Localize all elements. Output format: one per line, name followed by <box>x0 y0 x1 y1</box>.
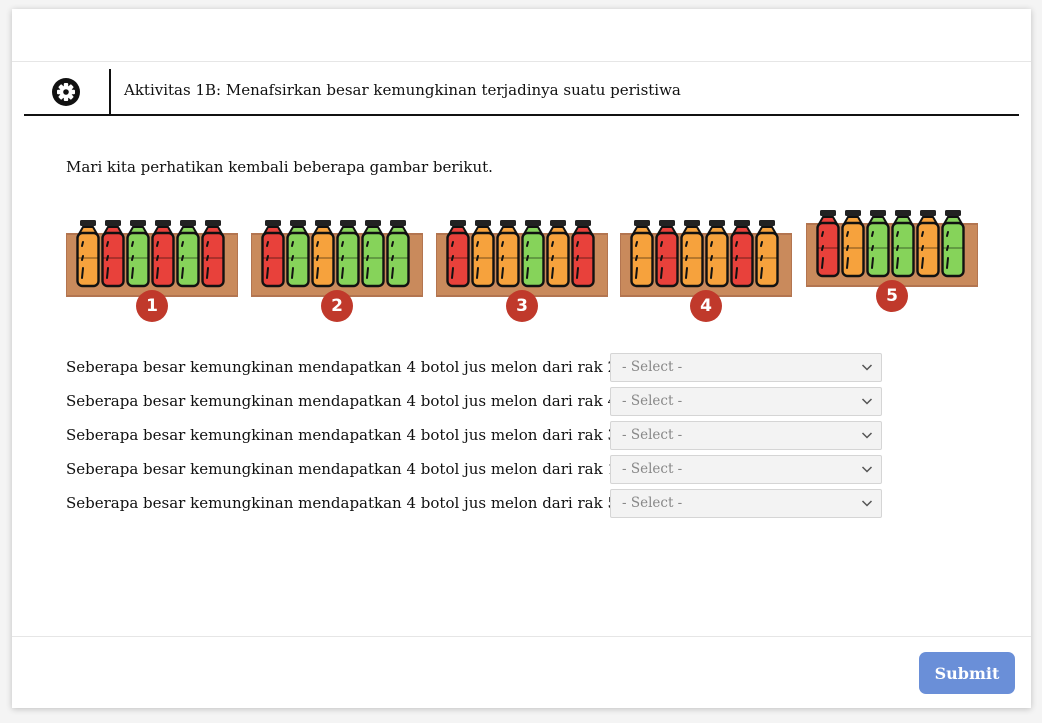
bottle-green <box>386 220 410 288</box>
bottle-orange <box>680 220 704 288</box>
bottle-red <box>446 220 470 288</box>
bottle-red <box>261 220 285 288</box>
bottle-orange <box>546 220 570 288</box>
bottle-green <box>866 210 890 278</box>
rack-image <box>620 220 792 297</box>
answer-select[interactable]: - Select - <box>610 353 882 382</box>
intro-text: Mari kita perhatikan kembali beberapa ga… <box>66 158 493 176</box>
bottle-red <box>101 220 125 288</box>
top-divider <box>12 61 1031 62</box>
rack-image <box>66 220 238 297</box>
rack-number-badge: 1 <box>136 290 168 322</box>
chevron-down-icon <box>861 395 873 407</box>
bottle-red <box>730 220 754 288</box>
answer-select[interactable]: - Select - <box>610 455 882 484</box>
bottle-green <box>176 220 200 288</box>
bottle-red <box>571 220 595 288</box>
select-value: - Select - <box>622 393 683 409</box>
rack-1 <box>66 220 238 300</box>
select-value: - Select - <box>622 427 683 443</box>
rack-number-badge: 3 <box>506 290 538 322</box>
bottle-orange <box>311 220 335 288</box>
bottle-green <box>336 220 360 288</box>
select-value: - Select - <box>622 461 683 477</box>
bottle-orange <box>916 210 940 278</box>
rack-image <box>806 210 978 287</box>
bottle-green <box>891 210 915 278</box>
rack-number-badge: 2 <box>321 290 353 322</box>
rack-image <box>251 220 423 297</box>
rack-number-badge: 5 <box>876 280 908 312</box>
select-value: - Select - <box>622 495 683 511</box>
rack-3 <box>436 220 608 300</box>
rack-number-badge: 4 <box>690 290 722 322</box>
rack-4 <box>620 220 792 300</box>
chevron-down-icon <box>861 361 873 373</box>
submit-button[interactable]: Submit <box>919 652 1015 694</box>
activity-header: Aktivitas 1B: Menafsirkan besar kemungki… <box>24 69 1019 116</box>
bottle-red <box>816 210 840 278</box>
bottle-green <box>126 220 150 288</box>
chevron-down-icon <box>861 429 873 441</box>
chevron-down-icon <box>861 497 873 509</box>
bottle-orange <box>471 220 495 288</box>
question-text: Seberapa besar kemungkinan mendapatkan 4… <box>66 460 626 478</box>
gear-icon[interactable] <box>51 77 81 107</box>
bottle-green <box>521 220 545 288</box>
answer-select[interactable]: - Select - <box>610 387 882 416</box>
select-value: - Select - <box>622 359 683 375</box>
bottle-red <box>655 220 679 288</box>
question-text: Seberapa besar kemungkinan mendapatkan 4… <box>66 426 626 444</box>
rack-5 <box>806 210 978 290</box>
question-text: Seberapa besar kemungkinan mendapatkan 4… <box>66 358 626 376</box>
header-separator <box>109 69 111 114</box>
bottle-orange <box>705 220 729 288</box>
bottle-orange <box>76 220 100 288</box>
rack-image <box>436 220 608 297</box>
bottle-orange <box>630 220 654 288</box>
answer-select[interactable]: - Select - <box>610 421 882 450</box>
bottle-green <box>941 210 965 278</box>
bottle-orange <box>496 220 520 288</box>
activity-card: Aktivitas 1B: Menafsirkan besar kemungki… <box>12 9 1031 708</box>
chevron-down-icon <box>861 463 873 475</box>
question-text: Seberapa besar kemungkinan mendapatkan 4… <box>66 494 626 512</box>
page-title: Aktivitas 1B: Menafsirkan besar kemungki… <box>124 81 681 99</box>
answer-select[interactable]: - Select - <box>610 489 882 518</box>
bottom-divider <box>12 636 1031 637</box>
rack-2 <box>251 220 423 300</box>
bottle-red <box>151 220 175 288</box>
bottle-orange <box>755 220 779 288</box>
question-text: Seberapa besar kemungkinan mendapatkan 4… <box>66 392 626 410</box>
bottle-green <box>286 220 310 288</box>
bottle-red <box>201 220 225 288</box>
bottle-orange <box>841 210 865 278</box>
bottle-green <box>361 220 385 288</box>
